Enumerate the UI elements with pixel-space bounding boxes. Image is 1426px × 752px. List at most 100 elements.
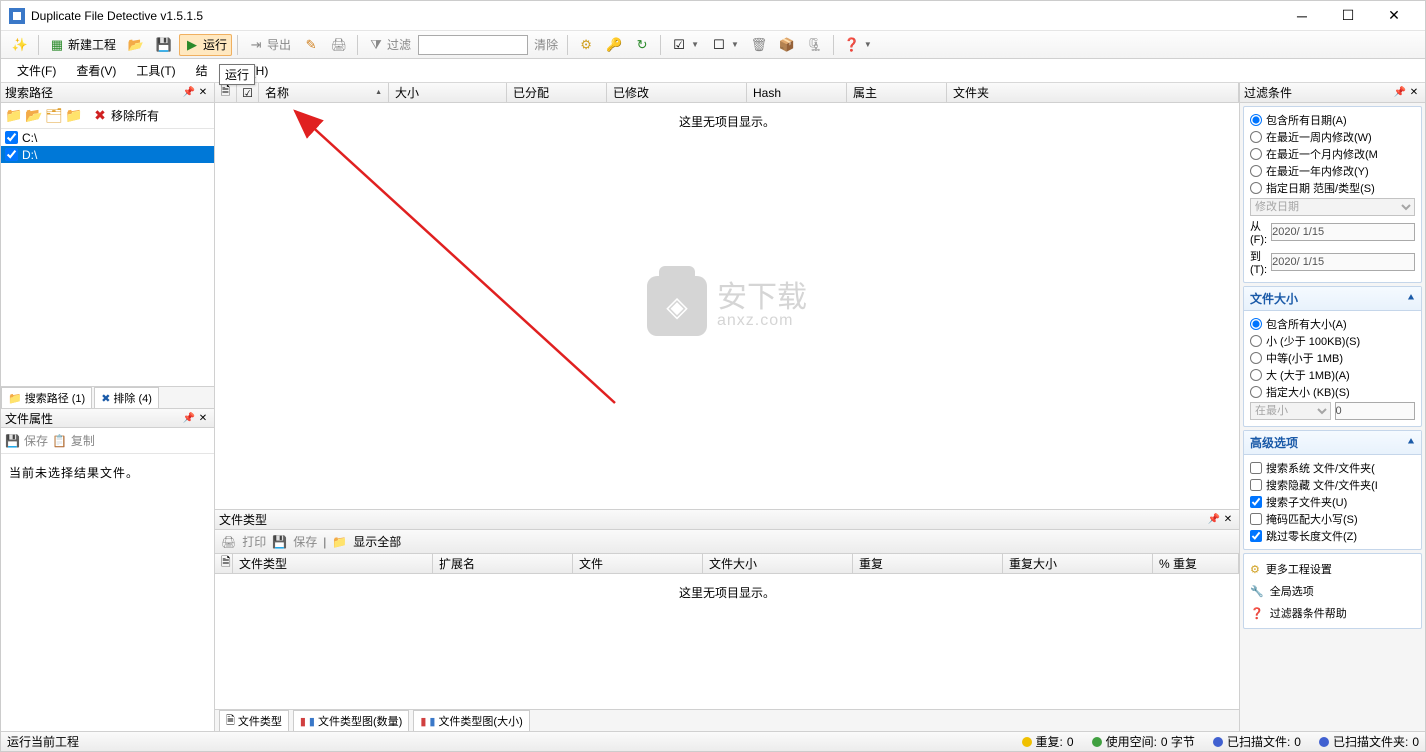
- size-value-input[interactable]: [1335, 402, 1416, 420]
- minimize-button[interactable]: ─: [1279, 1, 1325, 31]
- ft-tab-chart-size[interactable]: ▮▮文件类型图(大小): [413, 710, 529, 731]
- ft-print-icon[interactable]: 🖨: [221, 535, 236, 549]
- col-check[interactable]: ☑: [237, 83, 259, 102]
- ft-save-label[interactable]: 保存: [293, 533, 317, 550]
- run-button[interactable]: ▶运行: [179, 34, 232, 56]
- size-large-radio[interactable]: 大 (大于 1MB)(A): [1250, 367, 1415, 383]
- print-button[interactable]: 🖨: [326, 34, 352, 56]
- tab-exclude[interactable]: ✖排除 (4): [94, 387, 159, 408]
- remove-all-label[interactable]: 移除所有: [111, 107, 159, 124]
- adv-zero-check[interactable]: 跳过零长度文件(Z): [1250, 528, 1415, 544]
- path-item[interactable]: C:\: [1, 129, 214, 146]
- collapse-icon[interactable]: ⯅: [1407, 293, 1415, 304]
- help-button[interactable]: ❓▼: [839, 34, 877, 56]
- size-spec-radio[interactable]: 指定大小 (KB)(S): [1250, 384, 1415, 400]
- menu-view[interactable]: 查看(V): [70, 60, 122, 81]
- clear-button[interactable]: 清除: [530, 36, 562, 53]
- adv-sub-check[interactable]: 搜索子文件夹(U): [1250, 494, 1415, 510]
- col-modified[interactable]: 已修改: [607, 83, 747, 102]
- wand-button[interactable]: ✨: [7, 34, 33, 56]
- date-month-radio[interactable]: 在最近一个月内修改(M: [1250, 146, 1415, 162]
- move-button[interactable]: 📦: [774, 34, 800, 56]
- panel-close-icon[interactable]: ✕: [1221, 513, 1235, 527]
- tab-search-paths[interactable]: 📁搜索路径 (1): [1, 387, 92, 408]
- ft-save-icon[interactable]: 💾: [272, 535, 287, 549]
- refresh-button[interactable]: ↻: [629, 34, 655, 56]
- add-folder2-icon[interactable]: 📂: [25, 107, 43, 125]
- date-range-radio[interactable]: 指定日期 范围/类型(S): [1250, 180, 1415, 196]
- link-global-options[interactable]: 🔧全局选项: [1250, 580, 1415, 602]
- menu-results[interactable]: 结: [190, 60, 214, 81]
- fp-save-icon[interactable]: 💾: [5, 434, 20, 448]
- maximize-button[interactable]: ☐: [1325, 1, 1371, 31]
- archive-button[interactable]: 🗜: [802, 34, 828, 56]
- ft-col-size[interactable]: 文件大小: [703, 554, 853, 573]
- save-button[interactable]: 💾: [151, 34, 177, 56]
- ft-col-files[interactable]: 文件: [573, 554, 703, 573]
- add-folder-icon[interactable]: 📁: [5, 107, 23, 125]
- panel-close-icon[interactable]: ✕: [196, 411, 210, 425]
- ft-col-pct[interactable]: % 重复: [1153, 554, 1239, 573]
- collapse-icon[interactable]: ⯅: [1407, 437, 1415, 448]
- fp-copy-icon[interactable]: 📋: [52, 434, 67, 448]
- size-medium-radio[interactable]: 中等(小于 1MB): [1250, 350, 1415, 366]
- path-checkbox[interactable]: [5, 131, 18, 144]
- pin-icon[interactable]: 📌: [1393, 86, 1407, 100]
- check-button[interactable]: ☑▼: [666, 34, 704, 56]
- panel-close-icon[interactable]: ✕: [1407, 86, 1421, 100]
- ft-col-dupsize[interactable]: 重复大小: [1003, 554, 1153, 573]
- size-mode-select[interactable]: 在最小: [1250, 402, 1331, 420]
- add-folder3-icon[interactable]: 🗂: [45, 107, 63, 125]
- path-item[interactable]: D:\: [1, 146, 214, 163]
- ft-col-dup[interactable]: 重复: [853, 554, 1003, 573]
- col-hash[interactable]: Hash: [747, 83, 847, 102]
- date-type-select[interactable]: 修改日期: [1250, 198, 1415, 216]
- key-button[interactable]: 🔑: [601, 34, 627, 56]
- adv-case-check[interactable]: 掩码匹配大小写(S): [1250, 511, 1415, 527]
- size-all-radio[interactable]: 包含所有大小(A): [1250, 316, 1415, 332]
- col-allocated[interactable]: 已分配: [507, 83, 607, 102]
- ft-showall-label[interactable]: 显示全部: [353, 533, 401, 550]
- menu-tools[interactable]: 工具(T): [130, 60, 181, 81]
- pin-icon[interactable]: 📌: [182, 86, 196, 100]
- pin-icon[interactable]: 📌: [182, 411, 196, 425]
- close-button[interactable]: ✕: [1371, 1, 1417, 31]
- date-all-radio[interactable]: 包含所有日期(A): [1250, 112, 1415, 128]
- date-to-input[interactable]: [1271, 253, 1415, 271]
- date-week-radio[interactable]: 在最近一周内修改(W): [1250, 129, 1415, 145]
- fp-save-label[interactable]: 保存: [24, 432, 48, 449]
- uncheck-button[interactable]: ☐▼: [706, 34, 744, 56]
- open-button[interactable]: 📂: [123, 34, 149, 56]
- ft-showall-icon[interactable]: 📁: [332, 535, 347, 549]
- col-name[interactable]: 名称▲: [259, 83, 389, 102]
- settings-button[interactable]: ⚙: [573, 34, 599, 56]
- link-more-settings[interactable]: ⚙更多工程设置: [1250, 558, 1415, 580]
- filter-input[interactable]: [418, 35, 528, 55]
- date-from-input[interactable]: [1271, 223, 1415, 241]
- col-icon[interactable]: 🗎: [215, 83, 237, 102]
- ft-col-ext[interactable]: 扩展名: [433, 554, 573, 573]
- link-filter-help[interactable]: ❓过滤器条件帮助: [1250, 602, 1415, 624]
- col-size[interactable]: 大小: [389, 83, 507, 102]
- adv-sys-check[interactable]: 搜索系统 文件/文件夹(: [1250, 460, 1415, 476]
- date-year-radio[interactable]: 在最近一年内修改(Y): [1250, 163, 1415, 179]
- ft-tab-types[interactable]: 🗎文件类型: [219, 710, 289, 731]
- ft-col-icon[interactable]: 🗎: [215, 554, 233, 573]
- adv-hidden-check[interactable]: 搜索隐藏 文件/文件夹(I: [1250, 477, 1415, 493]
- edit-button[interactable]: ✎: [298, 34, 324, 56]
- filter-button[interactable]: ⧩过滤: [363, 34, 416, 56]
- size-small-radio[interactable]: 小 (少于 100KB)(S): [1250, 333, 1415, 349]
- menu-file[interactable]: 文件(F): [11, 60, 62, 81]
- ft-col-type[interactable]: 文件类型: [233, 554, 433, 573]
- col-folder[interactable]: 文件夹: [947, 83, 1239, 102]
- add-folder4-icon[interactable]: 📁: [65, 107, 83, 125]
- path-checkbox[interactable]: [5, 148, 18, 161]
- export-button[interactable]: ⇥导出: [243, 34, 296, 56]
- delete-button[interactable]: 🗑: [746, 34, 772, 56]
- ft-tab-chart-count[interactable]: ▮▮文件类型图(数量): [293, 710, 409, 731]
- ft-print-label[interactable]: 打印: [242, 533, 266, 550]
- new-project-button[interactable]: ▦新建工程: [44, 34, 121, 56]
- panel-close-icon[interactable]: ✕: [196, 86, 210, 100]
- fp-copy-label[interactable]: 复制: [71, 432, 95, 449]
- pin-icon[interactable]: 📌: [1207, 513, 1221, 527]
